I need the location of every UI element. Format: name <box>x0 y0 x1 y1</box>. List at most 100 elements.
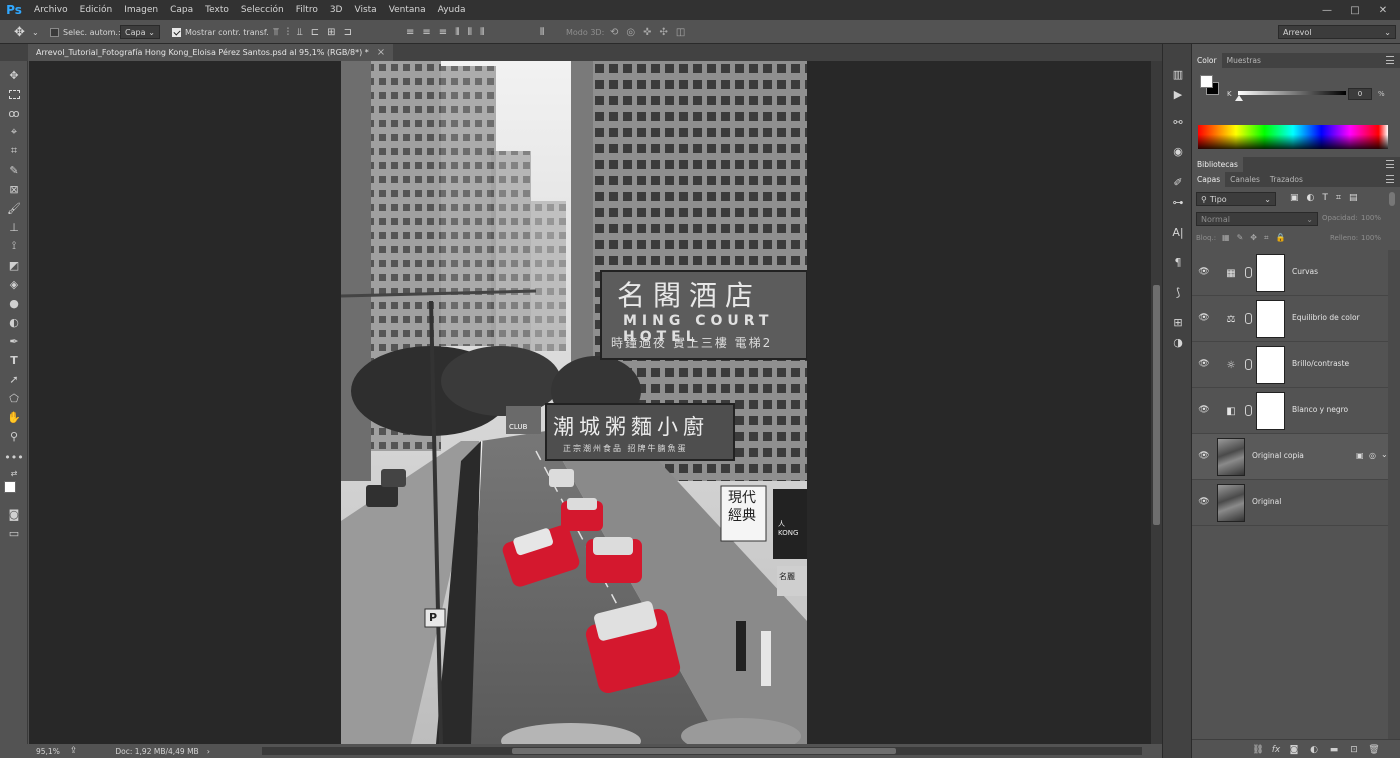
actions-play-icon[interactable]: ▶ <box>1170 86 1186 102</box>
pen-tool-icon[interactable]: ✒ <box>4 333 24 349</box>
distribute-hcenter-icon[interactable]: ⦀ <box>468 27 472 38</box>
tab-paths[interactable]: Trazados <box>1265 172 1308 187</box>
blur-tool-icon[interactable]: ● <box>4 295 24 311</box>
menu-edicion[interactable]: Edición <box>74 0 119 20</box>
quick-mask-icon[interactable]: ◙ <box>4 506 24 522</box>
menu-archivo[interactable]: Archivo <box>28 0 74 20</box>
3d-roll-icon[interactable]: ◎ <box>626 27 635 38</box>
blend-mode-select[interactable]: Normal ⌄ <box>1196 212 1318 226</box>
3d-rotate-icon[interactable]: ⟲ <box>610 27 618 38</box>
k-value-input[interactable]: 0 <box>1348 88 1372 100</box>
show-transform-checkbox[interactable] <box>172 27 181 37</box>
align-left-icon[interactable]: ⊏ <box>311 27 319 38</box>
auto-select-option[interactable]: Selec. autom.: <box>50 20 121 44</box>
visibility-eye-icon[interactable]: 👁 <box>1198 313 1209 323</box>
distribute-top-icon[interactable]: ≡ <box>406 27 414 38</box>
brush-panel-icon[interactable]: ✐ <box>1170 174 1186 190</box>
hand-tool-icon[interactable]: ✋ <box>4 409 24 425</box>
layer-black-white[interactable]: 👁 ◧ Blanco y negro <box>1192 388 1388 434</box>
properties-panel-icon[interactable]: ⚯ <box>1170 114 1186 130</box>
foreground-color-swatch[interactable] <box>4 481 16 493</box>
3d-scale-icon[interactable]: ◫ <box>676 27 685 38</box>
layer-original-copy[interactable]: 👁 Original copia ▣ ◎ ⌄ <box>1192 434 1388 480</box>
expand-effects-chevron-icon[interactable]: ⌄ <box>1381 450 1388 459</box>
move-tool-icon[interactable]: ✥ <box>14 20 25 44</box>
swap-colors-icon[interactable]: ⇄ <box>4 465 24 481</box>
crop-tool-icon[interactable]: ⌗ <box>4 143 24 159</box>
adjustments-panel-icon[interactable]: ◉ <box>1170 143 1186 159</box>
clone-stamp-tool-icon[interactable]: ⊥ <box>4 219 24 235</box>
layer-style-fx-icon[interactable]: fx <box>1270 744 1282 756</box>
visibility-eye-icon[interactable]: 👁 <box>1198 405 1209 415</box>
3d-slide-icon[interactable]: ✣ <box>660 27 668 38</box>
menu-ayuda[interactable]: Ayuda <box>432 0 472 20</box>
paragraph-panel-icon[interactable]: ¶ <box>1170 254 1186 270</box>
new-group-icon[interactable]: ▬ <box>1328 744 1340 756</box>
dodge-tool-icon[interactable]: ◐ <box>4 314 24 330</box>
filter-toggle-icon[interactable] <box>1389 192 1395 206</box>
marquee-tool-icon[interactable] <box>4 86 24 102</box>
history-brush-tool-icon[interactable]: ⟟ <box>4 238 24 254</box>
close-window-button[interactable]: ✕ <box>1372 0 1394 20</box>
lock-all-icon[interactable]: 🔒 <box>1275 233 1285 243</box>
layer-color-balance[interactable]: 👁 ⚖ Equilibrio de color <box>1192 296 1388 342</box>
visibility-eye-icon[interactable]: 👁 <box>1198 359 1209 369</box>
horizontal-scroll-thumb[interactable] <box>512 748 896 754</box>
close-tab-icon[interactable]: × <box>377 47 385 58</box>
new-layer-icon[interactable]: ⊡ <box>1348 744 1360 756</box>
filter-smart-object-icon[interactable]: ▤ <box>1349 193 1358 203</box>
foreground-color-chip[interactable] <box>1200 75 1213 88</box>
vertical-scroll-thumb[interactable] <box>1153 285 1160 525</box>
delete-layer-icon[interactable]: 🗑 <box>1368 744 1380 756</box>
menu-capa[interactable]: Capa <box>164 0 199 20</box>
document-tab[interactable]: Arrevol_Tutorial_Fotografía Hong Kong_El… <box>28 44 394 61</box>
color-panel-menu-icon[interactable] <box>1386 56 1394 64</box>
auto-align-icon[interactable]: ⫴ <box>540 20 544 44</box>
tab-channels[interactable]: Canales <box>1225 172 1265 187</box>
maximize-button[interactable]: □ <box>1344 0 1366 20</box>
lock-transparent-icon[interactable]: ▦ <box>1222 233 1230 243</box>
more-tools-icon[interactable]: ••• <box>4 449 24 465</box>
visibility-eye-icon[interactable]: 👁 <box>1198 267 1209 277</box>
k-slider-handle[interactable] <box>1235 95 1243 101</box>
tab-swatches[interactable]: Muestras <box>1222 53 1266 68</box>
tab-libraries[interactable]: Bibliotecas <box>1192 157 1243 172</box>
new-adjustment-icon[interactable]: ◐ <box>1308 744 1320 756</box>
zoom-level[interactable]: 95,1% <box>36 747 60 756</box>
workspace-select[interactable]: Arrevol ⌄ <box>1278 25 1396 39</box>
type-tool-icon[interactable]: T <box>4 352 24 368</box>
menu-ventana[interactable]: Ventana <box>383 0 432 20</box>
filter-adjustment-icon[interactable]: ◐ <box>1307 193 1315 203</box>
color-spectrum[interactable] <box>1198 125 1388 149</box>
history-panel-icon[interactable]: ▥ <box>1170 66 1186 82</box>
align-vcenter-icon[interactable]: ⫶ <box>287 27 290 38</box>
lasso-tool-icon[interactable]: ꝏ <box>4 105 24 121</box>
3d-pan-icon[interactable]: ✜ <box>643 27 651 38</box>
mask-link-icon[interactable] <box>1245 267 1252 278</box>
screen-mode-icon[interactable]: ▭ <box>4 525 24 541</box>
filter-type-icon[interactable]: T <box>1322 193 1328 203</box>
mask-link-icon[interactable] <box>1245 313 1252 324</box>
lock-position-icon[interactable]: ✥ <box>1250 233 1257 243</box>
layer-mask-thumbnail[interactable] <box>1256 254 1285 292</box>
layers-panel-menu-icon[interactable] <box>1386 175 1394 183</box>
link-layers-icon[interactable]: ⛓ <box>1252 744 1264 756</box>
eyedropper-tool-icon[interactable]: ✎ <box>4 162 24 178</box>
layers-scrollbar[interactable] <box>1388 250 1400 739</box>
fill-value[interactable]: 100% <box>1361 234 1381 242</box>
tab-layers[interactable]: Capas <box>1192 172 1226 187</box>
minimize-button[interactable]: — <box>1316 0 1338 20</box>
layer-thumbnail[interactable] <box>1217 484 1245 522</box>
distribute-left-icon[interactable]: ⦀ <box>455 27 459 38</box>
visibility-eye-icon[interactable]: 👁 <box>1198 497 1209 507</box>
status-menu-arrow-icon[interactable]: › <box>207 747 210 756</box>
layer-mask-thumbnail[interactable] <box>1256 300 1285 338</box>
mask-link-icon[interactable] <box>1245 405 1252 416</box>
layer-thumbnail[interactable] <box>1217 438 1245 476</box>
styles-panel-icon[interactable]: ◑ <box>1170 334 1186 350</box>
filter-shape-icon[interactable]: ⌗ <box>1336 193 1341 203</box>
shape-tool-icon[interactable]: ⬠ <box>4 390 24 406</box>
menu-texto[interactable]: Texto <box>199 0 235 20</box>
auto-select-target-select[interactable]: Capa ⌄ <box>120 25 160 39</box>
layer-mask-thumbnail[interactable] <box>1256 346 1285 384</box>
